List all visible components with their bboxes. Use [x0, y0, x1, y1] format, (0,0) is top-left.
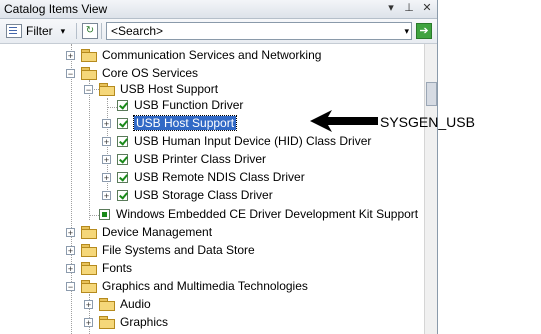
- tree-item-label: USB Human Input Device (HID) Class Drive…: [134, 134, 372, 148]
- expand-icon[interactable]: +: [66, 50, 75, 60]
- expand-icon[interactable]: +: [66, 245, 75, 255]
- tree-item-label: Core OS Services: [102, 66, 199, 80]
- tree-item-label-selected: USB Host Support: [132, 115, 238, 131]
- expand-icon[interactable]: +: [102, 190, 111, 200]
- checked-checkbox-icon[interactable]: [117, 99, 128, 111]
- expand-icon[interactable]: +: [102, 172, 111, 182]
- tree-item-label: Communication Services and Networking: [102, 48, 322, 62]
- catalog-tree: + Communication Services and Networking …: [0, 44, 424, 334]
- annotation-label: SYSGEN_USB: [380, 114, 475, 130]
- tree-item-label: Audio: [120, 297, 151, 311]
- search-dropdown-icon[interactable]: ▾: [404, 23, 409, 39]
- close-icon[interactable]: ✕: [420, 1, 434, 15]
- folder-icon: [81, 280, 97, 293]
- expand-icon[interactable]: +: [66, 263, 75, 273]
- tree-item-label: Device Management: [102, 225, 213, 239]
- tree-item-label: USB Remote NDIS Class Driver: [134, 170, 305, 184]
- tree-item-usb-rndis[interactable]: + USB Remote NDIS Class Driver: [102, 168, 305, 186]
- toolbar-separator: [101, 23, 102, 39]
- filter-dropdown-icon[interactable]: ▾: [61, 26, 66, 37]
- folder-icon: [81, 226, 97, 239]
- tree-item-label: USB Storage Class Driver: [134, 188, 273, 202]
- auto-hide-pin-icon[interactable]: ⊥: [402, 1, 416, 15]
- tree-item-usb-function-driver[interactable]: USB Function Driver: [117, 96, 243, 114]
- checked-checkbox-icon[interactable]: [117, 135, 128, 147]
- tree-item-file-systems[interactable]: + File Systems and Data Store: [66, 241, 255, 259]
- search-input[interactable]: <Search> ▾: [106, 22, 412, 40]
- tree-item-label: Graphics: [120, 315, 169, 329]
- folder-icon: [99, 83, 115, 96]
- tree-item-label: USB Host Support: [120, 82, 219, 96]
- tree-item-ddk-support[interactable]: Windows Embedded CE Driver Development K…: [99, 205, 418, 223]
- folder-icon: [81, 244, 97, 257]
- tree-item-communication[interactable]: + Communication Services and Networking: [66, 46, 321, 64]
- tree-item-label: USB Function Driver: [134, 98, 244, 112]
- collapse-icon[interactable]: −: [84, 84, 93, 94]
- filter-button[interactable]: Filter ▾: [6, 22, 65, 40]
- tree-item-label: Fonts: [102, 261, 133, 275]
- checked-checkbox-icon[interactable]: [117, 171, 128, 183]
- catalog-items-panel: Catalog Items View ▾ ⊥ ✕ Filter ▾ ↻ <Sea…: [0, 0, 438, 334]
- checked-checkbox-icon[interactable]: [117, 117, 128, 129]
- vertical-scrollbar[interactable]: [424, 44, 437, 334]
- panel-title-bar: Catalog Items View ▾ ⊥ ✕: [0, 0, 437, 19]
- folder-icon: [99, 298, 115, 311]
- search-text: <Search>: [111, 24, 164, 38]
- expand-icon[interactable]: +: [102, 118, 111, 128]
- folder-icon: [99, 316, 115, 329]
- collapse-icon[interactable]: −: [66, 281, 75, 291]
- partial-checkbox-icon[interactable]: [99, 208, 110, 220]
- tree-item-graphics-multimedia[interactable]: − Graphics and Multimedia Technologies: [66, 277, 308, 295]
- panel-title: Catalog Items View: [4, 2, 108, 16]
- filter-label: Filter: [26, 24, 53, 38]
- tree-item-label: File Systems and Data Store: [102, 243, 255, 257]
- window-position-dropdown-icon[interactable]: ▾: [384, 1, 398, 15]
- tree-item-usb-storage[interactable]: + USB Storage Class Driver: [102, 186, 273, 204]
- collapse-icon[interactable]: −: [66, 68, 75, 78]
- tree-item-label: Graphics and Multimedia Technologies: [102, 279, 308, 293]
- tree-item-label: Windows Embedded CE Driver Development K…: [116, 207, 419, 221]
- checked-checkbox-icon[interactable]: [117, 189, 128, 201]
- refresh-icon[interactable]: ↻: [82, 23, 98, 39]
- expand-icon[interactable]: +: [84, 299, 93, 309]
- tree-item-audio[interactable]: + Audio: [84, 295, 151, 313]
- toolbar-separator: [76, 23, 77, 39]
- expand-icon[interactable]: +: [84, 317, 93, 327]
- filter-icon: [6, 24, 22, 38]
- tree-item-usb-host-support[interactable]: + USB Host Support: [102, 114, 238, 132]
- expand-icon[interactable]: +: [102, 154, 111, 164]
- tree-item-graphics[interactable]: + Graphics: [84, 313, 168, 331]
- expand-icon[interactable]: +: [66, 227, 75, 237]
- folder-icon: [81, 262, 97, 275]
- folder-icon: [81, 49, 97, 62]
- tree-item-fonts[interactable]: + Fonts: [66, 259, 132, 277]
- folder-icon: [81, 67, 97, 80]
- toolbar: Filter ▾ ↻ <Search> ▾ ➔: [0, 19, 437, 44]
- tree-item-usb-printer[interactable]: + USB Printer Class Driver: [102, 150, 266, 168]
- expand-icon[interactable]: +: [102, 136, 111, 146]
- left-arrow-icon: [310, 110, 378, 132]
- search-go-icon[interactable]: ➔: [416, 23, 432, 39]
- scrollbar-thumb[interactable]: [426, 82, 437, 106]
- tree-item-label: USB Printer Class Driver: [134, 152, 267, 166]
- checked-checkbox-icon[interactable]: [117, 153, 128, 165]
- tree-item-usb-hid[interactable]: + USB Human Input Device (HID) Class Dri…: [102, 132, 371, 150]
- tree-item-device-management[interactable]: + Device Management: [66, 223, 212, 241]
